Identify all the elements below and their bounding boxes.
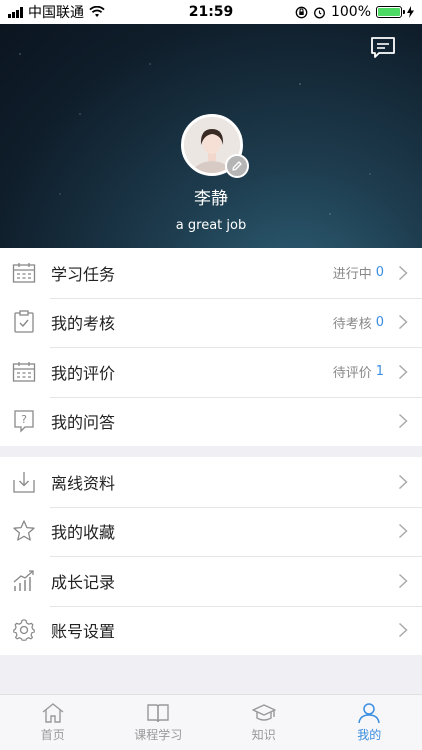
- svg-text:?: ?: [21, 413, 27, 426]
- tab-label: 首页: [40, 728, 65, 742]
- tab-home[interactable]: 首页: [0, 695, 106, 750]
- menu-item-my-evaluations[interactable]: 我的评价 待评价 1: [0, 347, 422, 397]
- menu-group-secondary: 离线资料 我的收藏 成长记录 账号设置: [0, 457, 422, 655]
- chevron-right-icon: [398, 573, 408, 588]
- battery-percent: 100%: [330, 4, 371, 20]
- menu-label: 我的考核: [51, 314, 116, 334]
- menu-status: 进行中: [332, 267, 372, 283]
- home-icon: [42, 703, 64, 723]
- chevron-right-icon: [398, 414, 408, 429]
- growth-chart-icon: [11, 568, 37, 594]
- menu-count: 0: [375, 314, 384, 330]
- menu-count: 1: [375, 364, 384, 380]
- tab-label: 课程学习: [134, 728, 183, 742]
- menu-item-account-settings[interactable]: 账号设置: [0, 605, 422, 656]
- wifi-icon: [89, 6, 105, 17]
- person-icon: [358, 703, 380, 724]
- status-left: 中国联通: [8, 2, 105, 22]
- tab-bar: 首页 课程学习 知识 我的: [0, 694, 422, 750]
- pencil-icon: [232, 161, 242, 171]
- book-icon: [147, 704, 169, 723]
- menu-count: 0: [375, 265, 384, 281]
- tab-courses[interactable]: 课程学习: [106, 695, 212, 750]
- menu-item-offline-materials[interactable]: 离线资料: [0, 457, 422, 507]
- chevron-right-icon: [398, 315, 408, 330]
- tab-me[interactable]: 我的: [317, 695, 422, 750]
- avatar-container[interactable]: [181, 114, 249, 178]
- menu-label: 我的问答: [51, 413, 116, 433]
- message-icon[interactable]: [370, 36, 396, 60]
- chevron-right-icon: [398, 474, 408, 489]
- menu-label: 我的评价: [51, 363, 116, 383]
- gear-icon: [11, 617, 37, 643]
- tab-label: 我的: [357, 728, 382, 742]
- clipboard-check-icon: [11, 309, 37, 335]
- profile-header: 李静 a great job: [0, 24, 422, 248]
- question-box-icon: ?: [11, 408, 37, 434]
- menu-item-growth-records[interactable]: 成长记录: [0, 556, 422, 606]
- calendar-icon: [11, 260, 37, 286]
- graduation-cap-icon: [252, 704, 276, 721]
- menu-label: 我的收藏: [51, 523, 116, 543]
- user-name: 李静: [194, 189, 228, 209]
- carrier-label: 中国联通: [28, 5, 84, 21]
- user-motto: a great job: [175, 218, 247, 233]
- signal-icon: [8, 6, 23, 18]
- charging-icon: [407, 6, 414, 18]
- menu-item-my-assessments[interactable]: 我的考核 待考核 0: [0, 297, 422, 348]
- status-right: 100%: [295, 4, 414, 20]
- menu-label: 账号设置: [51, 622, 116, 642]
- tab-knowledge[interactable]: 知识: [211, 695, 317, 750]
- menu-label: 离线资料: [51, 473, 116, 493]
- menu-item-learning-tasks[interactable]: 学习任务 进行中 0: [0, 248, 422, 298]
- tab-label: 知识: [251, 728, 276, 742]
- battery-icon: [376, 6, 405, 18]
- star-icon: [11, 518, 37, 544]
- menu-item-my-favorites[interactable]: 我的收藏: [0, 506, 422, 557]
- chevron-right-icon: [398, 364, 408, 379]
- menu-group-main: 学习任务 进行中 0 我的考核 待考核 0 我的评价 待评价 1 ? 我的问答: [0, 248, 422, 446]
- menu-label: 成长记录: [51, 572, 116, 592]
- download-tray-icon: [11, 469, 37, 495]
- menu-status: 待评价: [332, 366, 372, 382]
- calendar-icon: [11, 359, 37, 385]
- menu-item-my-qa[interactable]: ? 我的问答: [0, 396, 422, 447]
- status-bar: 中国联通 21:59 100%: [0, 0, 422, 24]
- chevron-right-icon: [398, 265, 408, 280]
- alarm-icon: [314, 7, 325, 18]
- chevron-right-icon: [398, 524, 408, 539]
- menu-label: 学习任务: [51, 264, 116, 284]
- orientation-lock-icon: [295, 6, 308, 18]
- chevron-right-icon: [398, 623, 408, 638]
- menu-status: 待考核: [332, 316, 372, 332]
- clock: 21:59: [188, 4, 234, 20]
- edit-avatar-button[interactable]: [225, 154, 249, 178]
